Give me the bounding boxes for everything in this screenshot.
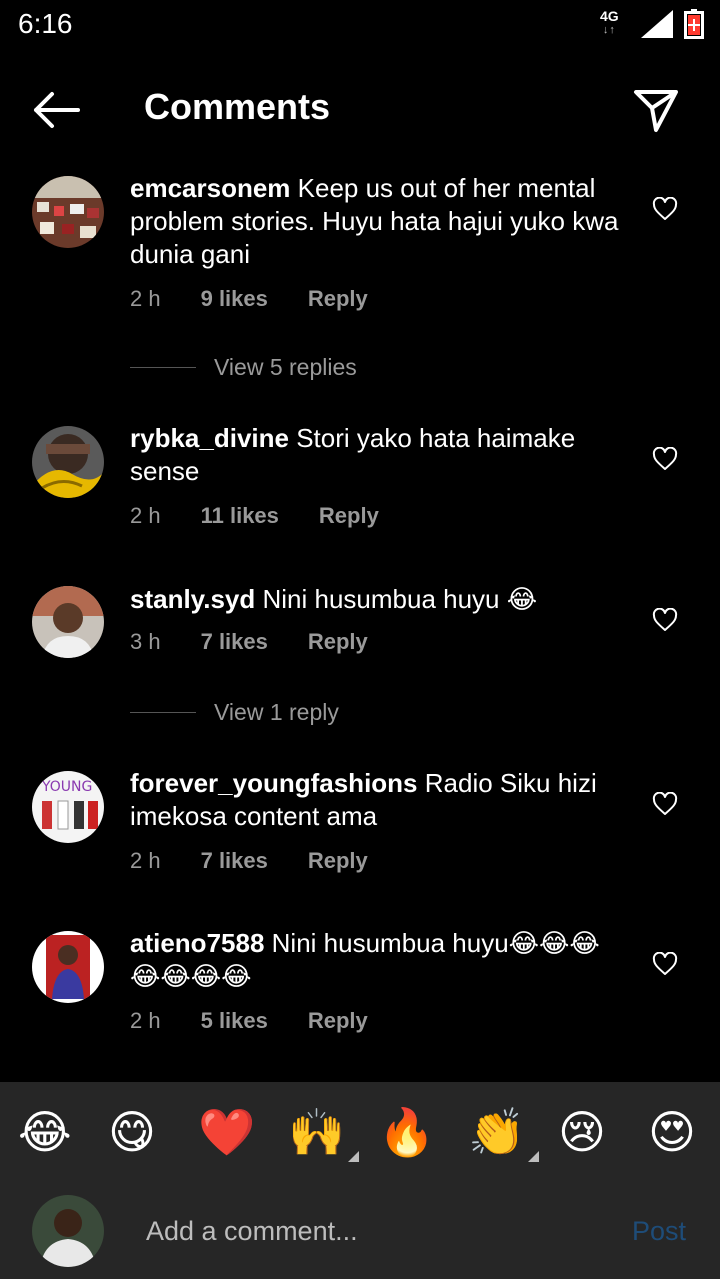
comment-item: YOUNG forever_youngfashions Radio Siku h… (0, 767, 720, 877)
battery-icon (684, 9, 704, 39)
skin-tone-indicator (348, 1151, 360, 1162)
comment-input[interactable] (144, 1210, 588, 1252)
status-time: 6:16 (18, 8, 73, 39)
comment-meta: 2 h 5 likes Reply (130, 1008, 408, 1034)
comment-username[interactable]: rybka_divine (130, 423, 289, 453)
like-heart-icon[interactable] (652, 447, 678, 471)
comment-likes[interactable]: 9 likes (201, 286, 268, 312)
comment-time: 2 h (130, 286, 161, 311)
emoji-quick-bar: 😂 😋 ❤️ 🙌 🔥 👏 😢 😍 (0, 1082, 720, 1182)
network-type: 4G (600, 8, 619, 24)
reply-button[interactable]: Reply (319, 503, 379, 529)
comment-meta: 3 h 7 likes Reply (130, 629, 408, 655)
emoji-crying[interactable]: 😢 (558, 1104, 606, 1160)
comment-item: emcarsonem Keep us out of her mental pro… (0, 172, 720, 312)
comment-text: stanly.syd Nini husumbua huyu 😂 (130, 583, 630, 616)
signal-icon (641, 10, 673, 38)
my-avatar (32, 1195, 104, 1267)
comment-time: 2 h (130, 503, 161, 528)
reply-button[interactable]: Reply (308, 1008, 368, 1034)
comment-meta: 2 h 11 likes Reply (130, 503, 419, 529)
view-replies-label: View 5 replies (214, 353, 357, 380)
view-replies-button[interactable]: View 5 replies (130, 352, 530, 382)
comment-time: 3 h (130, 629, 161, 654)
network-indicator: 4G ↓↑ (600, 9, 619, 37)
emoji-heart-eyes[interactable]: 😍 (648, 1104, 696, 1160)
emoji-yum[interactable]: 😋 (108, 1104, 156, 1160)
divider-line (130, 366, 196, 368)
comment-meta: 2 h 7 likes Reply (130, 848, 408, 874)
comment-time: 2 h (130, 848, 161, 873)
avatar[interactable]: YOUNG (32, 771, 104, 843)
comment-text: rybka_divine Stori yako hata haimake sen… (130, 422, 630, 488)
like-heart-icon[interactable] (652, 197, 678, 221)
svg-text:YOUNG: YOUNG (41, 779, 92, 795)
reply-button[interactable]: Reply (308, 848, 368, 874)
reply-button[interactable]: Reply (308, 286, 368, 312)
comment-likes[interactable]: 11 likes (201, 503, 279, 529)
emoji-raising-hands[interactable]: 🙌 (288, 1104, 360, 1162)
like-heart-icon[interactable] (652, 792, 678, 816)
like-heart-icon[interactable] (652, 952, 678, 976)
emoji-clapping-hands-glyph: 👏 (468, 1106, 526, 1158)
send-icon[interactable] (630, 84, 682, 136)
comment-username[interactable]: forever_youngfashions (130, 768, 418, 798)
view-replies-button[interactable]: View 1 reply (130, 697, 530, 727)
comment-text: atieno7588 Nini husumbua huyu😂😂😂😂😂😂😂 (130, 927, 630, 993)
like-heart-icon[interactable] (652, 608, 678, 632)
avatar[interactable] (32, 176, 104, 248)
comment-likes[interactable]: 7 likes (201, 629, 268, 655)
comment-item: rybka_divine Stori yako hata haimake sen… (0, 422, 720, 532)
post-button[interactable]: Post (632, 1216, 686, 1247)
comment-username[interactable]: stanly.syd (130, 584, 255, 614)
emoji-raising-hands-glyph: 🙌 (288, 1106, 346, 1158)
comment-username[interactable]: atieno7588 (130, 928, 264, 958)
page-title: Comments (144, 86, 331, 127)
comment-item: atieno7588 Nini husumbua huyu😂😂😂😂😂😂😂 2 h… (0, 927, 720, 1037)
emoji-clapping-hands[interactable]: 👏 (468, 1104, 540, 1162)
reply-button[interactable]: Reply (308, 629, 368, 655)
comment-item: stanly.syd Nini husumbua huyu 😂 3 h 7 li… (0, 583, 720, 663)
divider-line (130, 711, 196, 713)
comment-text: forever_youngfashions Radio Siku hizi im… (130, 767, 630, 833)
emoji-red-heart[interactable]: ❤️ (198, 1104, 255, 1160)
avatar[interactable] (32, 426, 104, 498)
avatar[interactable] (32, 586, 104, 658)
back-arrow-icon[interactable] (30, 88, 82, 132)
comment-text: emcarsonem Keep us out of her mental pro… (130, 172, 630, 271)
header: Comments (0, 60, 720, 160)
status-bar: 6:16 4G ↓↑ (0, 0, 720, 50)
comment-message: Nini husumbua huyu 😂 (262, 584, 538, 614)
comment-username[interactable]: emcarsonem (130, 173, 290, 203)
emoji-fire[interactable]: 🔥 (378, 1104, 435, 1160)
comment-meta: 2 h 9 likes Reply (130, 286, 408, 312)
emoji-tears-of-joy[interactable]: 😂 (18, 1104, 72, 1160)
compose-bar: Post (0, 1182, 720, 1279)
comment-likes[interactable]: 7 likes (201, 848, 268, 874)
skin-tone-indicator (528, 1151, 540, 1162)
data-arrows-icon: ↓↑ (602, 24, 616, 36)
avatar[interactable] (32, 931, 104, 1003)
view-replies-label: View 1 reply (214, 698, 339, 725)
comment-likes[interactable]: 5 likes (201, 1008, 268, 1034)
comment-time: 2 h (130, 1008, 161, 1033)
